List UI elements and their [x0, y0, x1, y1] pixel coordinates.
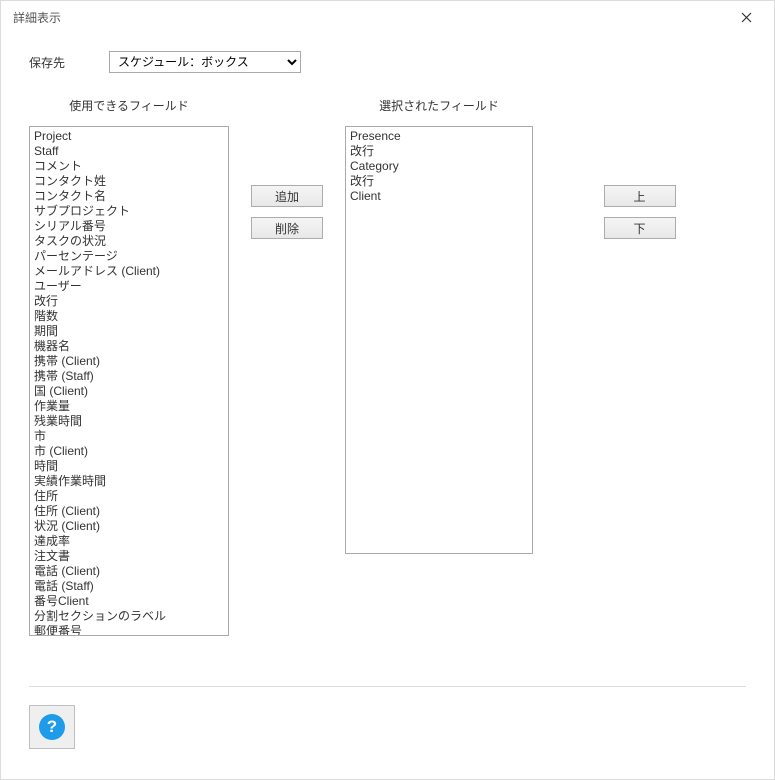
help-button[interactable]: ?	[29, 705, 75, 749]
selected-header: 選択されたフィールド	[345, 97, 533, 114]
list-item[interactable]: Category	[350, 159, 528, 174]
list-item[interactable]: 達成率	[34, 534, 224, 549]
list-item[interactable]: ユーザー	[34, 279, 224, 294]
list-item[interactable]: 作業量	[34, 399, 224, 414]
list-item[interactable]: 階数	[34, 309, 224, 324]
save-target-row: 保存先 スケジュール：ボックス	[29, 51, 746, 73]
list-item[interactable]: 期間	[34, 324, 224, 339]
footer: ?	[29, 705, 746, 767]
list-item[interactable]: 実績作業時間	[34, 474, 224, 489]
list-item[interactable]: 注文書	[34, 549, 224, 564]
list-item[interactable]: 住所 (Client)	[34, 504, 224, 519]
move-up-button[interactable]: 上	[604, 185, 676, 207]
list-item[interactable]: 住所	[34, 489, 224, 504]
list-item[interactable]: 携帯 (Staff)	[34, 369, 224, 384]
list-item[interactable]: 状況 (Client)	[34, 519, 224, 534]
list-item[interactable]: 郵便番号	[34, 624, 224, 636]
window-title: 詳細表示	[13, 9, 61, 26]
list-item[interactable]: 番号Client	[34, 594, 224, 609]
save-target-select[interactable]: スケジュール：ボックス	[109, 51, 301, 73]
list-item[interactable]: 電話 (Staff)	[34, 579, 224, 594]
list-item[interactable]: 電話 (Client)	[34, 564, 224, 579]
list-item[interactable]: 時間	[34, 459, 224, 474]
list-item[interactable]: 携帯 (Client)	[34, 354, 224, 369]
list-item[interactable]: 国 (Client)	[34, 384, 224, 399]
available-column: 使用できるフィールド ProjectStaffコメントコンタクト姓コンタクト名サ…	[29, 97, 229, 672]
list-item[interactable]: コメント	[34, 159, 224, 174]
divider	[29, 686, 746, 687]
list-item[interactable]: コンタクト姓	[34, 174, 224, 189]
list-item[interactable]: シリアル番号	[34, 219, 224, 234]
close-icon	[741, 12, 752, 23]
save-target-label: 保存先	[29, 54, 109, 71]
list-item[interactable]: パーセンテージ	[34, 249, 224, 264]
list-item[interactable]: 改行	[350, 144, 528, 159]
list-item[interactable]: 改行	[34, 294, 224, 309]
list-item[interactable]: Presence	[350, 129, 528, 144]
list-item[interactable]: Staff	[34, 144, 224, 159]
help-icon: ?	[39, 714, 65, 740]
list-item[interactable]: 分割セクションのラベル	[34, 609, 224, 624]
list-item[interactable]: メールアドレス (Client)	[34, 264, 224, 279]
list-item[interactable]: Project	[34, 129, 224, 144]
reorder-column: 上 下	[533, 97, 746, 672]
list-item[interactable]: 残業時間	[34, 414, 224, 429]
selected-column: 選択されたフィールド Presence改行Category改行Client	[345, 97, 533, 672]
close-button[interactable]	[730, 5, 762, 29]
list-item[interactable]: 市	[34, 429, 224, 444]
list-item[interactable]: Client	[350, 189, 528, 204]
remove-button[interactable]: 削除	[251, 217, 323, 239]
content-area: 保存先 スケジュール：ボックス 使用できるフィールド ProjectStaffコ…	[1, 33, 774, 779]
list-item[interactable]: 改行	[350, 174, 528, 189]
move-down-button[interactable]: 下	[604, 217, 676, 239]
add-remove-column: 追加 削除	[229, 97, 345, 672]
dialog-window: 詳細表示 保存先 スケジュール：ボックス 使用できるフィールド ProjectS…	[0, 0, 775, 780]
available-header: 使用できるフィールド	[29, 97, 229, 114]
list-item[interactable]: コンタクト名	[34, 189, 224, 204]
fields-area: 使用できるフィールド ProjectStaffコメントコンタクト姓コンタクト名サ…	[29, 97, 746, 672]
list-item[interactable]: タスクの状況	[34, 234, 224, 249]
available-fields-list[interactable]: ProjectStaffコメントコンタクト姓コンタクト名サブプロジェクトシリアル…	[29, 126, 229, 636]
list-item[interactable]: サブプロジェクト	[34, 204, 224, 219]
selected-fields-list[interactable]: Presence改行Category改行Client	[345, 126, 533, 554]
list-item[interactable]: 機器名	[34, 339, 224, 354]
add-button[interactable]: 追加	[251, 185, 323, 207]
list-item[interactable]: 市 (Client)	[34, 444, 224, 459]
title-bar: 詳細表示	[1, 1, 774, 33]
